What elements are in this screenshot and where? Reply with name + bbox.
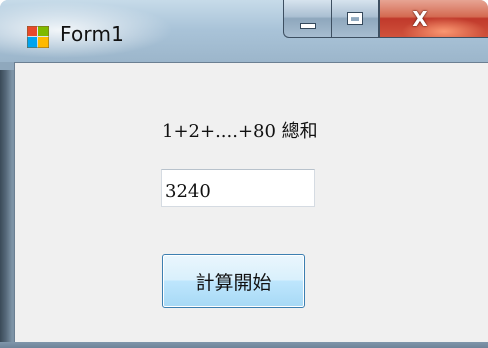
window-bottom-border [0, 342, 488, 348]
title-bar[interactable]: Form1 X [0, 0, 488, 62]
maximize-button[interactable] [331, 0, 379, 38]
maximize-icon [347, 12, 363, 25]
winforms-app-icon [27, 26, 49, 48]
minimize-button[interactable] [283, 0, 331, 38]
minimize-icon [299, 22, 316, 29]
close-button[interactable]: X [379, 0, 488, 38]
caption-buttons: X [283, 0, 488, 40]
result-textbox[interactable] [161, 169, 315, 207]
close-icon: X [412, 6, 428, 31]
start-calculation-button[interactable]: 計算開始 [162, 254, 305, 308]
window-title: Form1 [60, 22, 125, 46]
form-client-area: 1+2+....+80 總和 計算開始 [14, 62, 488, 342]
app-window: Form1 X 1+2+....+80 總和 計算開始 [0, 0, 488, 348]
sum-label: 1+2+....+80 總和 [162, 121, 318, 142]
